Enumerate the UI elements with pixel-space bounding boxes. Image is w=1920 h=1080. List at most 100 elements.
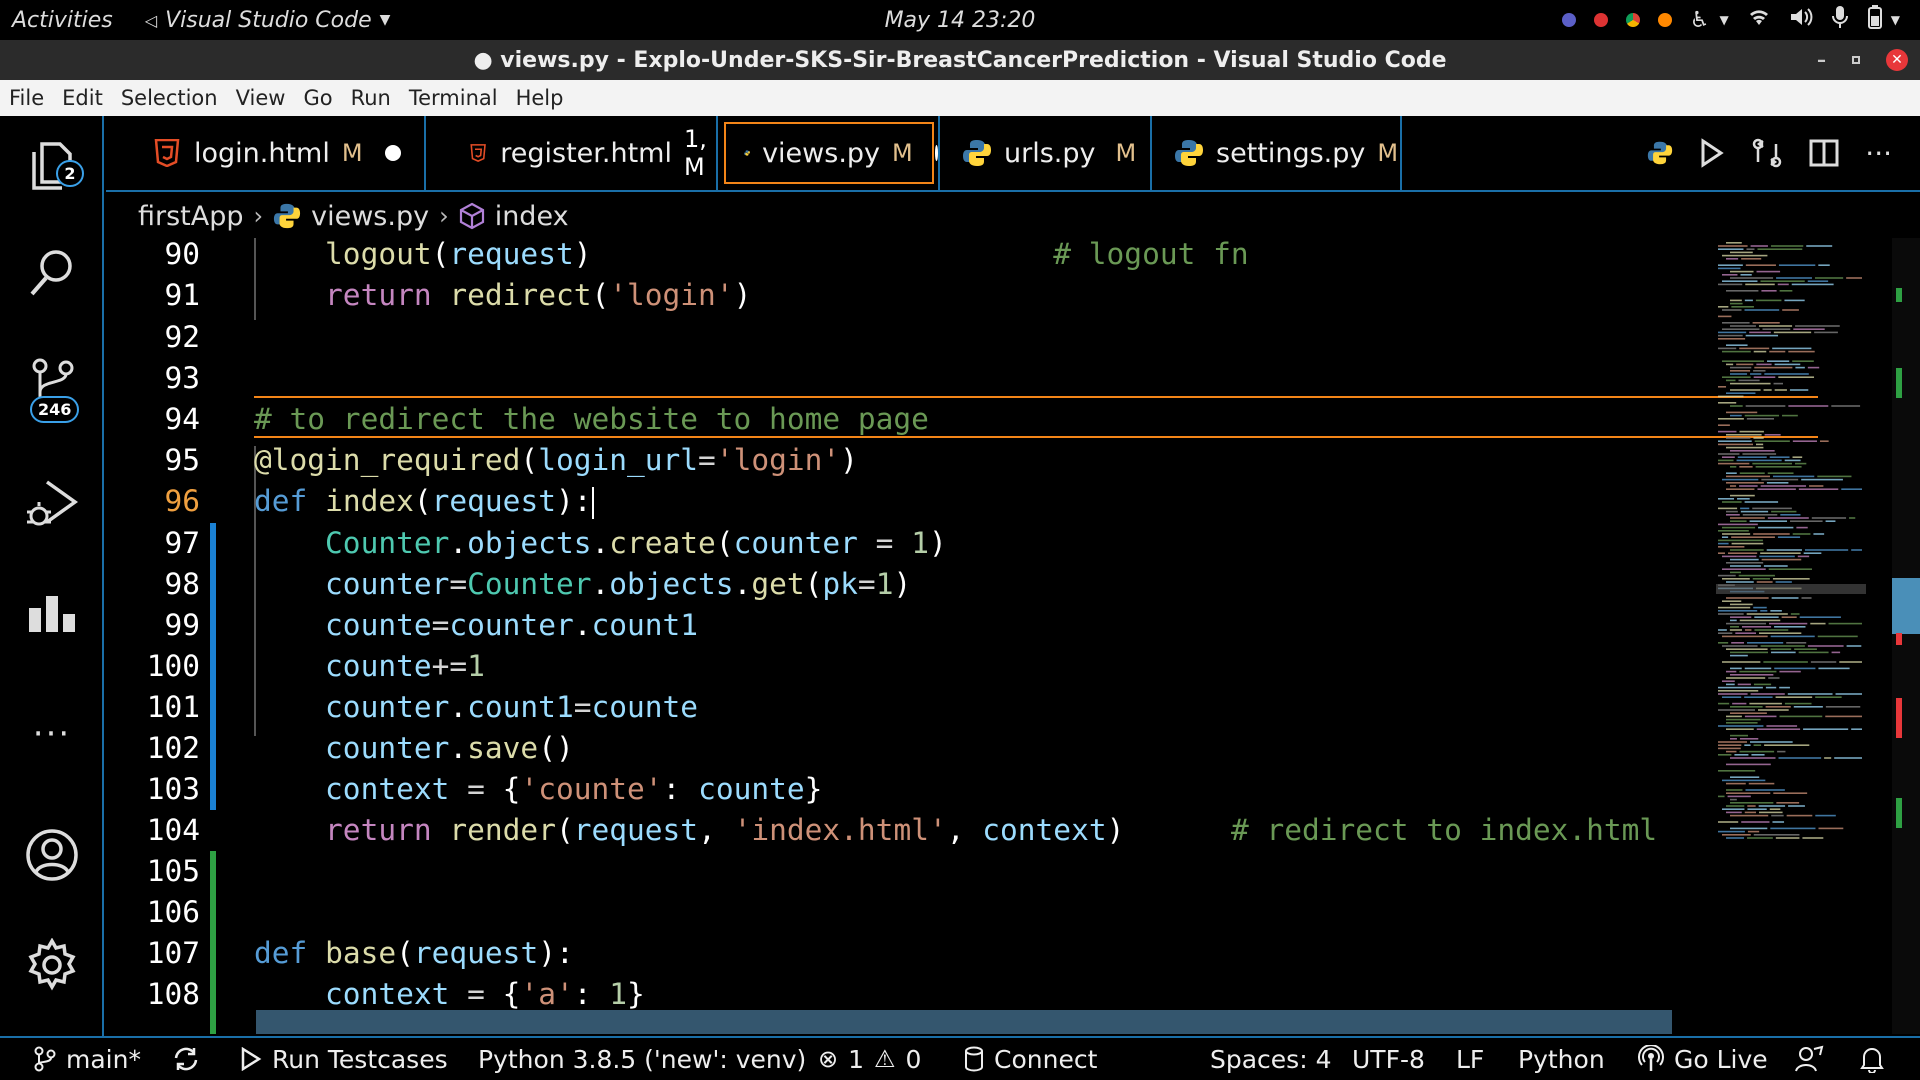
extensions-stats-button[interactable] (0, 594, 104, 634)
minimap-code-stroke (1841, 488, 1862, 490)
tab-views-py[interactable]: views.py M (718, 116, 940, 190)
minimap-code-stroke (1739, 670, 1777, 673)
vertical-scrollbar[interactable] (1892, 238, 1920, 1034)
python-file-icon (963, 140, 991, 166)
minimap-code-stroke (1726, 379, 1736, 382)
minimap-code-stroke (1730, 776, 1760, 778)
minimize-button[interactable]: – (1817, 50, 1826, 71)
notifications-button[interactable] (1860, 1038, 1884, 1080)
microphone-icon[interactable] (1831, 5, 1849, 35)
branch-indicator[interactable]: main* (34, 1038, 141, 1080)
problems-indicator[interactable]: ⊗ 1 ⚠ 0 (818, 1038, 921, 1080)
wifi-icon[interactable] (1747, 7, 1771, 33)
code-line: 106 (146, 895, 200, 929)
split-editor-icon[interactable] (1809, 138, 1839, 168)
chrome-tray-icon[interactable] (1625, 13, 1640, 27)
run-testcases-button[interactable]: Run Testcases (240, 1038, 448, 1080)
encoding-selector[interactable]: UTF-8 (1352, 1038, 1425, 1080)
code-line: 95 @login_required(login_url='login') (164, 443, 858, 477)
menu-terminal[interactable]: Terminal (400, 86, 507, 110)
code-line: 98 counter=Counter.objects.get(pk=1) (164, 567, 912, 601)
code-line: 104 return render(request, 'index.html',… (146, 813, 1658, 847)
app-menu[interactable]: ◁ Visual Studio Code ▼ (145, 8, 391, 33)
minimap-code-stroke (1789, 389, 1809, 391)
horizontal-scrollbar[interactable] (256, 1010, 1672, 1034)
menu-view[interactable]: View (227, 86, 295, 110)
minimap-code-stroke (1722, 600, 1742, 602)
minimap-code-stroke (1795, 325, 1840, 327)
minimap-code-stroke (1744, 414, 1780, 417)
close-window-button[interactable]: ✕ (1886, 49, 1908, 71)
source-control-button[interactable]: 246 (0, 358, 104, 423)
minimap-code-stroke (1770, 648, 1792, 650)
code-editor[interactable]: 90 logout(request) # logout fn 91 return… (106, 238, 1920, 1034)
minimap-code-stroke (1730, 654, 1748, 657)
app-tray-icon[interactable] (1593, 13, 1608, 27)
scrollbar-thumb[interactable] (1892, 578, 1920, 634)
minimap-code-stroke (1784, 459, 1801, 462)
minimap-code-stroke (1781, 616, 1797, 618)
vlc-tray-icon[interactable] (1657, 13, 1672, 27)
unsaved-dot[interactable] (384, 145, 401, 161)
minimap-code-stroke (1722, 808, 1745, 810)
sync-button[interactable] (172, 1038, 200, 1080)
breadcrumb-symbol[interactable]: index (495, 201, 569, 232)
tab-urls-py[interactable]: urls.py M (940, 116, 1152, 190)
search-button[interactable] (0, 248, 104, 300)
menu-edit[interactable]: Edit (53, 86, 112, 110)
python-interpreter-selector[interactable]: Python 3.8.5 ('new': venv) (478, 1038, 806, 1080)
minimap-code-stroke (1771, 814, 1784, 817)
code-line: 108 context = {'a': 1} (146, 977, 645, 1011)
run-icon[interactable] (1699, 138, 1725, 168)
scm-badge: 246 (30, 396, 80, 423)
minimap-code-stroke (1718, 331, 1747, 334)
minimap-code-stroke (1726, 446, 1764, 449)
eol-selector[interactable]: LF (1456, 1038, 1484, 1080)
explorer-button[interactable]: 2 (0, 138, 104, 194)
menu-selection[interactable]: Selection (112, 86, 227, 110)
minimap-code-stroke (1803, 552, 1822, 554)
menu-help[interactable]: Help (507, 86, 573, 110)
window-title-bar[interactable]: ● views.py - Explo-Under-SKS-Sir-BreastC… (0, 40, 1920, 80)
minimap-code-stroke (1727, 552, 1758, 554)
activities-button[interactable]: Activities (12, 8, 113, 33)
indentation-selector[interactable]: Spaces: 4 (1210, 1038, 1331, 1080)
connect-button[interactable]: Connect (964, 1038, 1097, 1080)
accounts-button[interactable] (0, 828, 104, 882)
minimap-code-stroke (1763, 661, 1808, 663)
minimap-code-stroke (1779, 670, 1801, 673)
more-actions-icon[interactable]: ··· (1865, 137, 1892, 170)
menu-file[interactable]: File (0, 86, 53, 110)
tab-register-html[interactable]: register.html 1, M (426, 116, 718, 190)
tab-settings-py[interactable]: settings.py M (1152, 116, 1402, 190)
breadcrumb-folder[interactable]: firstApp (138, 201, 244, 232)
language-mode-selector[interactable]: Python (1518, 1038, 1605, 1080)
accessibility-icon[interactable]: ♿ (1690, 8, 1710, 33)
menu-go[interactable]: Go (294, 86, 341, 110)
run-debug-button[interactable] (0, 476, 104, 532)
minimap[interactable] (1716, 238, 1866, 1034)
bar-chart-icon (29, 596, 75, 632)
minimap-code-stroke (1726, 344, 1748, 346)
unsaved-dot[interactable] (934, 145, 938, 161)
minimap-code-stroke (1749, 520, 1788, 522)
more-icon[interactable]: ··· (0, 714, 104, 754)
minimap-code-stroke (1722, 360, 1765, 362)
chevron-down-icon: ▼ (379, 12, 391, 28)
minimap-code-stroke (1764, 434, 1781, 436)
teams-tray-icon[interactable] (1561, 13, 1576, 27)
volume-icon[interactable] (1789, 6, 1813, 34)
go-live-button[interactable]: Go Live (1638, 1038, 1768, 1080)
python-file-icon[interactable] (1647, 138, 1673, 168)
minimap-code-stroke (1758, 632, 1802, 634)
minimap-code-stroke (1815, 814, 1836, 817)
compare-changes-icon[interactable] (1751, 137, 1783, 169)
menu-run[interactable]: Run (342, 86, 400, 110)
battery-icon[interactable] (1867, 4, 1883, 36)
maximize-button[interactable] (1852, 56, 1860, 64)
tab-login-html[interactable]: login.html M (106, 116, 426, 190)
breadcrumb-file[interactable]: views.py (311, 201, 429, 232)
settings-button[interactable] (0, 938, 104, 992)
feedback-button[interactable] (1794, 1038, 1824, 1080)
minimap-code-stroke (1766, 549, 1802, 551)
